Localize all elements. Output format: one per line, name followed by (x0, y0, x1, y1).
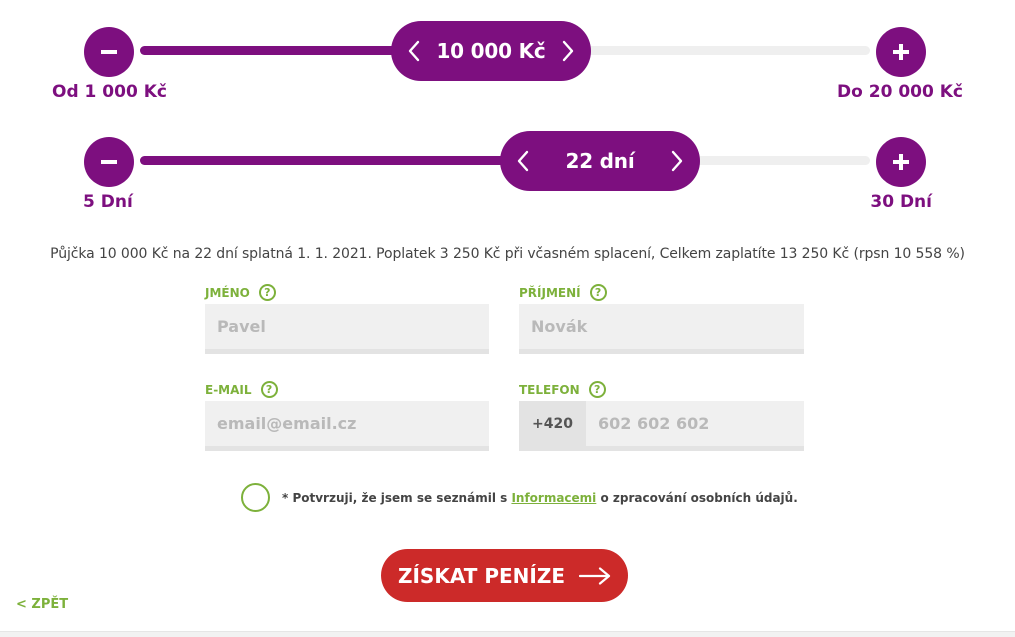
days-value: 22 dní (565, 149, 635, 173)
consent-checkbox[interactable] (241, 483, 270, 512)
consent-text: * Potvrzuji, že jsem se seznámil s Infor… (282, 491, 798, 505)
plus-icon (893, 154, 909, 170)
plus-icon (893, 44, 909, 60)
minus-icon (101, 160, 117, 164)
amount-value-handle[interactable]: 10 000 Kč (391, 21, 591, 81)
phone-label-text: TELEFON (519, 382, 580, 397)
footer-divider (0, 631, 1015, 637)
consent-row: * Potvrzuji, že jsem se seznámil s Infor… (241, 483, 798, 512)
last-name-label: PŘÍJMENÍ ? (519, 284, 607, 301)
help-icon[interactable]: ? (258, 284, 276, 301)
consent-text-after: o zpracování osobních údajů. (596, 490, 798, 505)
amount-slider[interactable]: 10 000 Kč Od 1 000 Kč Do 20 000 Kč (0, 20, 1015, 120)
phone-prefix: +420 (519, 401, 586, 446)
email-label-text: E-MAIL (205, 382, 252, 397)
first-name-label-text: JMÉNO (205, 285, 250, 300)
phone-label: TELEFON ? (519, 381, 606, 398)
chevron-right-icon[interactable] (668, 149, 686, 173)
back-link[interactable]: < ZPĚT (16, 597, 68, 612)
days-min-label: 5 Dní (83, 192, 133, 212)
chevron-left-icon[interactable] (405, 39, 423, 63)
chevron-right-icon[interactable] (559, 39, 577, 63)
amount-value: 10 000 Kč (436, 39, 546, 63)
last-name-label-text: PŘÍJMENÍ (519, 285, 581, 300)
get-money-button[interactable]: ZÍSKAT PENÍZE (381, 549, 628, 602)
loan-summary: Půjčka 10 000 Kč na 22 dní splatná 1. 1.… (50, 246, 965, 262)
first-name-field[interactable] (205, 304, 489, 349)
email-label: E-MAIL ? (205, 381, 278, 398)
days-value-handle[interactable]: 22 dní (500, 131, 700, 191)
information-link[interactable]: Informacemi (511, 491, 596, 505)
first-name-label: JMÉNO ? (205, 284, 276, 301)
email-field-wrapper (205, 401, 489, 451)
days-decrease-button[interactable] (84, 137, 134, 187)
amount-decrease-button[interactable] (84, 27, 134, 77)
help-icon[interactable]: ? (260, 381, 278, 398)
amount-max-label: Do 20 000 Kč (837, 82, 963, 102)
arrow-right-icon (579, 566, 611, 585)
last-name-field[interactable] (519, 304, 804, 349)
days-slider[interactable]: 22 dní 5 Dní 30 Dní (0, 130, 1015, 230)
get-money-button-label: ZÍSKAT PENÍZE (397, 563, 566, 588)
amount-min-label: Od 1 000 Kč (52, 82, 167, 102)
email-field[interactable] (205, 401, 489, 446)
days-max-label: 30 Dní (870, 192, 932, 212)
first-name-field-wrapper (205, 304, 489, 354)
help-icon[interactable]: ? (588, 381, 606, 398)
minus-icon (101, 50, 117, 54)
phone-field-wrapper: +420 (519, 401, 804, 451)
help-icon[interactable]: ? (589, 284, 607, 301)
consent-text-before: * Potvrzuji, že jsem se seznámil s (282, 490, 512, 505)
chevron-left-icon[interactable] (514, 149, 532, 173)
last-name-field-wrapper (519, 304, 804, 354)
amount-increase-button[interactable] (876, 27, 926, 77)
days-increase-button[interactable] (876, 137, 926, 187)
